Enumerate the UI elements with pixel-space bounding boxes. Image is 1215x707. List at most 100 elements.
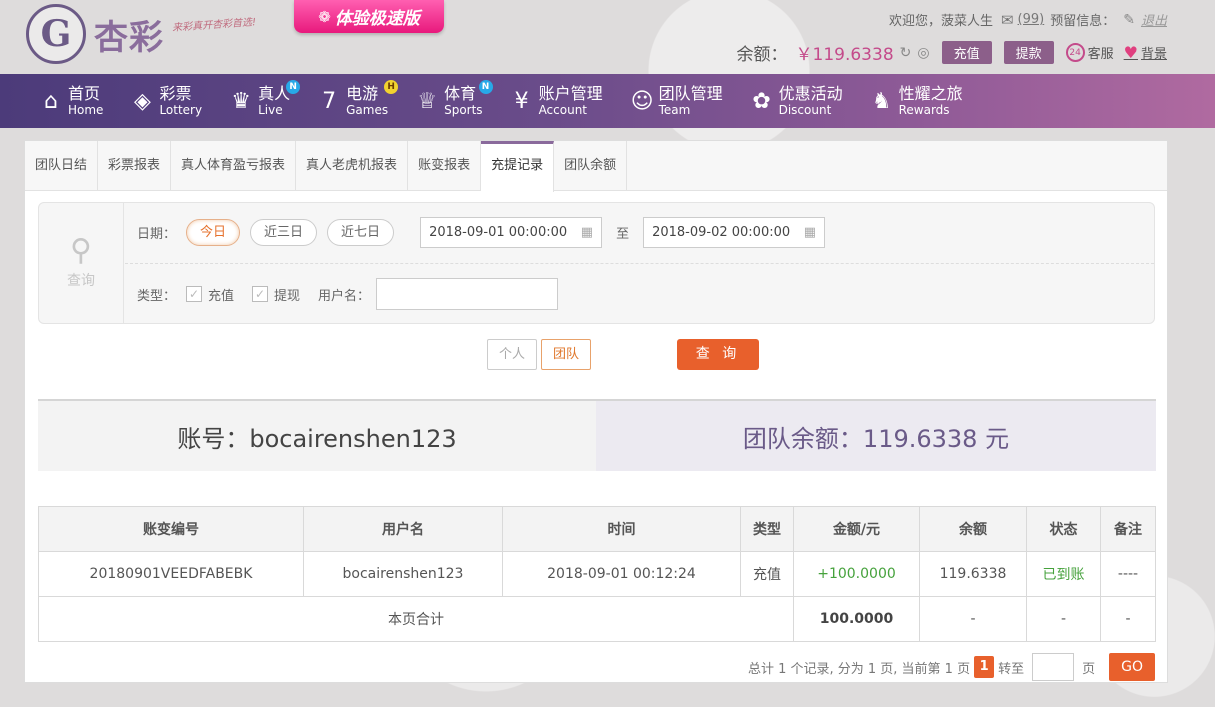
nav-item-text: 彩票 Lottery	[159, 86, 203, 117]
edit-icon[interactable]: ✎	[1123, 12, 1135, 28]
skin-label: 背景	[1140, 47, 1167, 62]
main-nav: ⌂ 首页 Home ◈ 彩票 Lottery ♛ 真人 Live N 7 电游 Games H ♕ 体育 Spo…	[0, 74, 1215, 128]
query-side: ⚲ 查询	[39, 203, 124, 323]
balance-value: ￥119.6338	[795, 45, 894, 65]
username-text: 菠菜人生	[940, 14, 993, 29]
tab-0[interactable]: 团队日结	[25, 141, 99, 191]
checkbox-check-icon: ✓	[252, 286, 269, 302]
nav-item-rewards[interactable]: ♞ 性耀之旅 Rewards	[871, 86, 963, 117]
nav-item-team[interactable]: ☺ 团队管理 Team	[631, 84, 723, 117]
nav-item-home[interactable]: ⌂ 首页 Home	[40, 86, 104, 117]
start-date-input[interactable]: 2018-09-01 00:00:00 ▦	[420, 217, 603, 248]
username-label: 用户名：	[318, 288, 371, 304]
username-input[interactable]	[376, 278, 559, 310]
tab-6[interactable]: 团队余额	[554, 141, 628, 191]
start-date-value: 2018-09-01 00:00:00	[429, 225, 568, 240]
balance-bar: 余额： ￥119.6338 ↻ ◎ 充值 提款 24 客服 ♥ 背景	[737, 40, 1167, 65]
table-row: 20180901VEEDFABEBK bocairenshen123 2018-…	[38, 551, 1156, 597]
nav-item-lottery[interactable]: ◈ 彩票 Lottery	[131, 86, 203, 117]
nav-item-sublabel: Sports	[444, 103, 483, 117]
column-header: 余额	[919, 506, 1027, 552]
table-header-row: 账变编号 用户名 时间 类型 金额/元 余额 状态 备注	[38, 506, 1156, 552]
end-date-input[interactable]: 2018-09-02 00:00:00 ▦	[643, 217, 826, 248]
tab-5[interactable]: 充提记录	[481, 141, 555, 192]
nav-item-label: 团队管理	[658, 84, 723, 103]
cell-amount: +100.0000	[793, 551, 920, 597]
top-header: G 杏彩 来彩真开杏彩首选! ❁ 体验极速版 欢迎您， 菠菜人生 ✉ (99) …	[0, 0, 1215, 74]
page-number-button[interactable]: 1	[974, 656, 995, 678]
nav-item-text: 账户管理 Account	[538, 84, 603, 117]
mail-count-link[interactable]: (99)	[1018, 12, 1045, 27]
nav-item-label: 体育	[444, 84, 477, 103]
customer-service-icon: 24	[1065, 43, 1085, 62]
hide-balance-icon[interactable]: ◎	[917, 45, 929, 61]
trophy-icon: ♕	[417, 88, 437, 114]
promo-lite-version-button[interactable]: ❁ 体验极速版	[294, 0, 444, 33]
nav-item-sublabel: Discount	[778, 103, 832, 117]
rewards-icon: ♞	[871, 88, 892, 114]
search-button[interactable]: 查 询	[677, 339, 759, 370]
site-logo[interactable]: G 杏彩 来彩真开杏彩首选!	[26, 4, 256, 64]
refresh-icon[interactable]: ↻	[900, 45, 912, 61]
query-panel: ⚲ 查询 日期： 今日 近三日 近七日 2018-09-01 00:00:00 …	[38, 202, 1155, 324]
nav-item-sublabel: Live	[258, 103, 283, 117]
withdraw-button[interactable]: 提款	[1003, 41, 1054, 64]
dealer-icon: ♛	[231, 88, 251, 114]
customer-service-label: 客服	[1087, 47, 1114, 62]
scope-row: 个人 团队 查 询	[487, 339, 759, 370]
column-header: 类型	[740, 506, 794, 552]
withdraw-checkbox[interactable]: ✓ 提现	[252, 285, 300, 304]
column-header: 用户名	[303, 506, 503, 552]
goto-label: 转至	[998, 661, 1025, 677]
nav-item-games[interactable]: 7 电游 Games H	[318, 80, 399, 117]
nav-item-sublabel: Lottery	[159, 103, 203, 117]
nav-item-sports[interactable]: ♕ 体育 Sports N	[416, 80, 493, 117]
nav-item-account[interactable]: ¥ 账户管理 Account	[511, 84, 603, 117]
cell-status: 已到账	[1026, 551, 1101, 597]
nav-item-text: 真人 Live	[258, 86, 290, 117]
nav-item-live[interactable]: ♛ 真人 Live N	[230, 80, 301, 117]
nav-item-label: 账户管理	[538, 84, 603, 103]
slot-icon: 7	[322, 88, 337, 114]
nav-item-discount[interactable]: ✿ 优惠活动 Discount	[751, 86, 843, 117]
date-to-label: 至	[616, 227, 630, 242]
cell-remark: ----	[1100, 551, 1156, 597]
mail-icon[interactable]: ✉	[1001, 11, 1014, 29]
nav-item-text: 优惠活动 Discount	[778, 86, 843, 117]
query-divider	[125, 263, 1154, 264]
column-header: 备注	[1100, 506, 1156, 552]
nav-item-text: 电游 Games	[346, 86, 389, 117]
nav-item-sublabel: Account	[538, 103, 588, 117]
new-badge: N	[286, 80, 301, 94]
gift-icon: ✿	[752, 88, 771, 114]
go-button[interactable]: GO	[1109, 653, 1155, 681]
column-header: 状态	[1026, 506, 1101, 552]
nav-item-sublabel: Games	[346, 103, 389, 117]
calendar-icon: ▦	[580, 225, 594, 240]
tab-1[interactable]: 彩票报表	[98, 141, 172, 191]
page-input[interactable]	[1032, 653, 1075, 681]
today-button[interactable]: 今日	[186, 219, 241, 246]
total-cell: -	[1100, 596, 1156, 642]
query-side-label: 查询	[67, 273, 95, 289]
tab-4[interactable]: 账变报表	[408, 141, 482, 191]
promo-label: 体验极速版	[334, 9, 420, 29]
cell-balance: 119.6338	[919, 551, 1027, 597]
last-7-days-button[interactable]: 近七日	[327, 219, 395, 246]
customer-service-link[interactable]: 24 客服	[1065, 43, 1114, 62]
team-scope-button[interactable]: 团队	[541, 339, 592, 370]
tab-3[interactable]: 真人老虎机报表	[296, 141, 409, 191]
hot-badge: H	[384, 80, 399, 94]
tab-2[interactable]: 真人体育盈亏报表	[171, 141, 297, 191]
nav-item-sublabel: Home	[68, 103, 104, 117]
recharge-button[interactable]: 充值	[941, 41, 992, 64]
logout-link[interactable]: 退出	[1141, 10, 1167, 29]
personal-scope-button[interactable]: 个人	[487, 339, 538, 370]
last-3-days-button[interactable]: 近三日	[250, 219, 318, 246]
team-balance: 团队余额：119.6338 元	[596, 401, 1156, 471]
skin-link[interactable]: ♥ 背景	[1124, 43, 1167, 62]
recharge-checkbox[interactable]: ✓ 充值	[186, 285, 234, 304]
cell-record-id: 20180901VEEDFABEBK	[38, 551, 304, 597]
total-cell: -	[1026, 596, 1101, 642]
checkbox-check-icon: ✓	[186, 286, 203, 302]
